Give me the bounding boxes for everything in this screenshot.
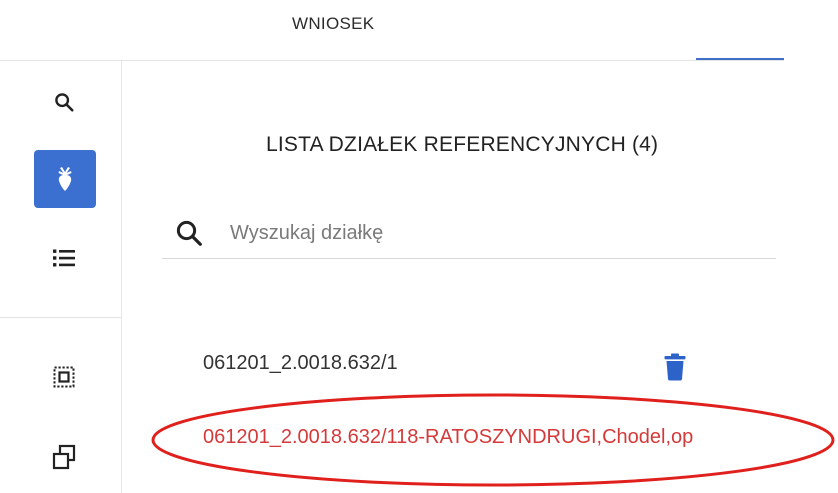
rail-search-button[interactable] xyxy=(40,80,88,124)
parcel-search-field[interactable] xyxy=(162,212,776,260)
copy-icon xyxy=(52,444,76,470)
search-icon xyxy=(55,93,74,112)
trash-icon xyxy=(664,353,686,381)
rail-copy-button[interactable] xyxy=(40,434,88,480)
search-underline xyxy=(162,258,776,259)
header-divider xyxy=(0,60,784,61)
rail-select-area-button[interactable] xyxy=(40,355,88,399)
parcel-search-input[interactable] xyxy=(230,216,750,250)
rail-divider-horizontal xyxy=(0,317,121,318)
rail-parcel-button[interactable] xyxy=(34,150,96,208)
parcel-list-item[interactable]: 061201_2.0018.632/1 xyxy=(203,352,398,375)
delete-parcel-button[interactable] xyxy=(660,350,690,384)
rail-list-button[interactable] xyxy=(40,236,88,280)
search-icon xyxy=(176,220,202,246)
annotation-ellipse xyxy=(151,393,835,487)
rail-divider-vertical xyxy=(121,61,122,493)
select-area-icon xyxy=(53,366,75,388)
panel-title: LISTA DZIAŁEK REFERENCYJNYCH (4) xyxy=(266,133,659,156)
tab-wniosek[interactable]: WNIOSEK xyxy=(292,14,374,34)
list-icon xyxy=(53,249,75,267)
parcel-icon xyxy=(58,167,72,191)
